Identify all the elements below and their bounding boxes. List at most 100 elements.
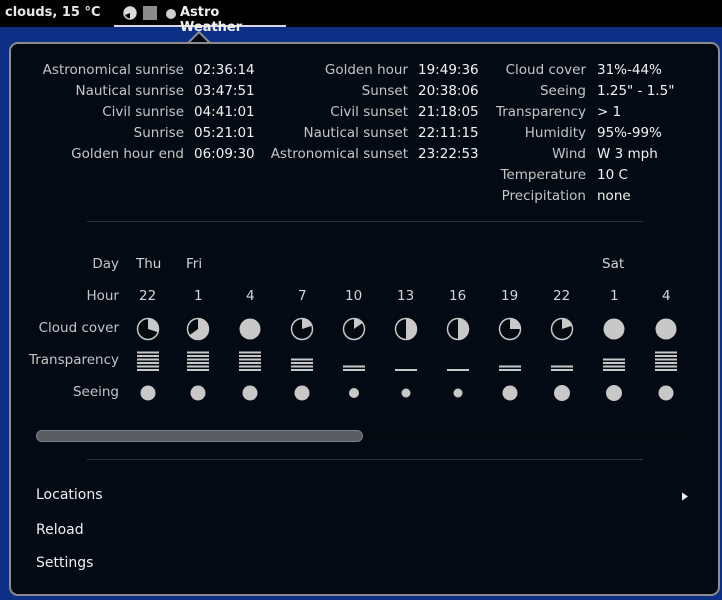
seeing-icon bbox=[294, 385, 310, 401]
seeing-icon bbox=[606, 385, 622, 401]
forecast-hour: 13 bbox=[397, 288, 415, 304]
condition-label: Precipitation bbox=[501, 188, 586, 204]
astro-weather-popup: Astronomical sunrise 02:36:14 Nautical sun… bbox=[9, 42, 720, 596]
forecast-hour: 4 bbox=[246, 288, 255, 304]
time-value: 03:47:51 bbox=[194, 83, 255, 99]
time-value: 05:21:01 bbox=[194, 125, 255, 141]
transparency-icon bbox=[143, 6, 157, 20]
transparency-icon bbox=[499, 365, 521, 371]
condition-value: > 1 bbox=[597, 104, 622, 120]
cloud-cover-icon bbox=[290, 317, 314, 341]
seeing-icon bbox=[140, 385, 156, 401]
forecast-hour: 22 bbox=[553, 288, 571, 304]
transparency-icon bbox=[655, 351, 677, 371]
cloud-cover-icon bbox=[655, 318, 677, 340]
cloud-cover-icon bbox=[136, 317, 160, 341]
condition-label: Humidity bbox=[524, 125, 586, 141]
time-value: 23:22:53 bbox=[418, 146, 479, 162]
time-value: 04:41:01 bbox=[194, 104, 255, 120]
seeing-icon bbox=[554, 385, 570, 401]
top-panel: clouds, 15 °C Astro Weather bbox=[0, 0, 722, 35]
transparency-icon bbox=[187, 351, 209, 371]
menu-item-reload[interactable]: Reload bbox=[36, 522, 84, 538]
forecast-hour: 16 bbox=[449, 288, 467, 304]
seeing-icon bbox=[242, 385, 258, 401]
transparency-icon bbox=[551, 365, 573, 371]
time-value: 19:49:36 bbox=[418, 62, 479, 78]
cloud-cover-icon bbox=[239, 318, 261, 340]
forecast-day: Thu bbox=[136, 256, 162, 272]
moon-phase-icon bbox=[123, 6, 137, 20]
forecast-hour: 4 bbox=[662, 288, 671, 304]
condition-label: Transparency bbox=[495, 104, 586, 120]
seeing-icon bbox=[401, 388, 411, 398]
forecast-row-label-day: Day bbox=[92, 256, 119, 272]
cloud-cover-icon bbox=[394, 317, 418, 341]
cloud-cover-icon bbox=[550, 317, 574, 341]
astro-weather-indicator[interactable]: Astro Weather bbox=[114, 0, 286, 35]
menu-item-settings[interactable]: Settings bbox=[36, 555, 93, 571]
condition-label: Temperature bbox=[500, 167, 586, 183]
time-value: 06:09:30 bbox=[194, 146, 255, 162]
time-label: Sunset bbox=[361, 83, 408, 99]
transparency-icon bbox=[343, 365, 365, 371]
time-value: 22:11:15 bbox=[418, 125, 479, 141]
transparency-icon bbox=[447, 369, 469, 371]
forecast-row-label-hour: Hour bbox=[86, 288, 119, 304]
time-label: Civil sunset bbox=[330, 104, 408, 120]
time-label: Nautical sunset bbox=[303, 125, 409, 141]
seeing-icon bbox=[658, 385, 674, 401]
seeing-icon bbox=[349, 388, 359, 398]
condition-value: 10 C bbox=[597, 167, 628, 183]
menu-item-locations[interactable]: Locations bbox=[36, 487, 103, 503]
forecast-row-label-cloud: Cloud cover bbox=[38, 320, 119, 336]
condition-value: 95%-99% bbox=[597, 125, 662, 141]
time-label: Astronomical sunset bbox=[270, 146, 408, 162]
condition-value: 1.25" - 1.5" bbox=[597, 83, 675, 99]
forecast-row-label-transparency: Transparency bbox=[28, 352, 119, 368]
forecast-hour: 19 bbox=[501, 288, 519, 304]
time-label: Golden hour end bbox=[71, 146, 184, 162]
time-label: Nautical sunrise bbox=[75, 83, 185, 99]
seeing-icon bbox=[453, 388, 463, 398]
time-label: Golden hour bbox=[324, 62, 408, 78]
time-value: 21:18:05 bbox=[418, 104, 479, 120]
time-label: Astronomical sunrise bbox=[42, 62, 184, 78]
condition-value: none bbox=[597, 188, 631, 204]
time-label: Civil sunrise bbox=[102, 104, 184, 120]
time-label: Sunrise bbox=[133, 125, 184, 141]
cloud-cover-icon bbox=[498, 317, 522, 341]
condition-label: Wind bbox=[552, 146, 586, 162]
cloud-cover-icon bbox=[342, 317, 366, 341]
condition-value: W 3 mph bbox=[597, 146, 658, 162]
seeing-icon bbox=[190, 385, 206, 401]
menu-item-label: Locations bbox=[36, 487, 103, 503]
scrollbar-thumb[interactable] bbox=[36, 430, 363, 442]
time-value: 20:38:06 bbox=[418, 83, 479, 99]
transparency-icon bbox=[137, 351, 159, 371]
menu-item-label: Settings bbox=[36, 555, 94, 571]
forecast-hour: 7 bbox=[298, 288, 307, 304]
transparency-icon bbox=[603, 358, 625, 371]
cloud-cover-icon bbox=[446, 317, 470, 341]
forecast-day: Fri bbox=[186, 256, 203, 272]
forecast-hour: 10 bbox=[345, 288, 363, 304]
weather-status-text[interactable]: clouds, 15 °C bbox=[5, 5, 101, 20]
forecast-hour: 1 bbox=[194, 288, 203, 304]
condition-label: Cloud cover bbox=[505, 62, 586, 78]
transparency-icon bbox=[239, 351, 261, 371]
forecast-row-label-seeing: Seeing bbox=[72, 384, 119, 400]
seeing-icon bbox=[166, 9, 176, 19]
forecast-hour: 1 bbox=[610, 288, 619, 304]
transparency-icon bbox=[395, 369, 417, 371]
seeing-icon bbox=[502, 385, 518, 401]
condition-label: Seeing bbox=[539, 83, 586, 99]
time-value: 02:36:14 bbox=[194, 62, 255, 78]
transparency-icon bbox=[291, 358, 313, 371]
separator bbox=[87, 459, 643, 460]
menu-item-label: Reload bbox=[36, 522, 84, 538]
cloud-cover-icon bbox=[186, 317, 210, 341]
forecast-hour: 22 bbox=[139, 288, 157, 304]
cloud-cover-icon bbox=[603, 318, 625, 340]
condition-value: 31%-44% bbox=[597, 62, 662, 78]
